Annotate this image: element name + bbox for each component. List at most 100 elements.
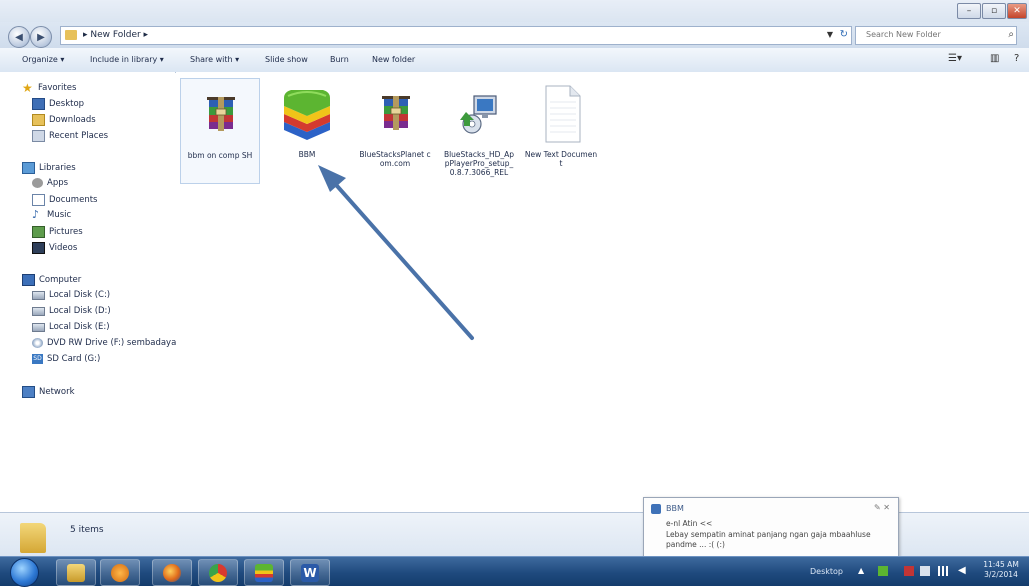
nav-downloads[interactable]: Downloads bbox=[32, 114, 96, 126]
navigation-pane: ★ Favorites Desktop Downloads Recent Pla… bbox=[0, 72, 176, 512]
hard-disk-icon bbox=[32, 290, 45, 300]
nav-documents[interactable]: Documents bbox=[32, 194, 97, 206]
minimize-button[interactable]: – bbox=[957, 3, 981, 19]
file-name: BBM bbox=[298, 150, 316, 159]
nav-label: Recent Places bbox=[49, 131, 109, 141]
chevron-down-icon[interactable]: ▼ bbox=[827, 30, 833, 39]
taskbar-bluestacks[interactable] bbox=[244, 559, 284, 586]
refresh-icon[interactable]: ↻ bbox=[840, 29, 848, 40]
winrar-archive-icon bbox=[207, 97, 235, 131]
chrome-icon bbox=[209, 563, 227, 582]
nav-desktop[interactable]: Desktop bbox=[32, 98, 84, 110]
search-icon[interactable]: ⌕ bbox=[1008, 29, 1014, 40]
notification-toast[interactable]: BBM ✎ ✕ e-nl Atin << Lebay sempatin amin… bbox=[643, 497, 899, 557]
documents-icon bbox=[32, 194, 45, 206]
slide-show-button[interactable]: Slide show bbox=[265, 55, 308, 64]
command-bar: Organize ▾ Include in library ▾ Share wi… bbox=[0, 48, 1029, 73]
preview-pane-icon[interactable]: ▥ bbox=[990, 53, 999, 64]
hard-disk-icon bbox=[32, 306, 45, 316]
taskbar-firefox[interactable] bbox=[152, 559, 192, 586]
libraries-icon bbox=[22, 162, 35, 174]
nav-local-disk-c[interactable]: Local Disk (C:) bbox=[32, 290, 110, 300]
nav-label: SD Card (G:) bbox=[47, 354, 101, 364]
help-icon[interactable]: ? bbox=[1014, 53, 1019, 64]
nav-computer[interactable]: Computer bbox=[22, 274, 81, 286]
nav-dvd-drive[interactable]: DVD RW Drive (F:) sembadaya bbox=[32, 338, 176, 348]
bluestacks-tray-icon[interactable] bbox=[878, 566, 888, 576]
action-center-icon[interactable] bbox=[920, 566, 930, 576]
nav-apps[interactable]: Apps bbox=[32, 178, 68, 188]
media-player-icon bbox=[111, 563, 129, 582]
organize-button[interactable]: Organize ▾ bbox=[22, 55, 64, 64]
firefox-icon bbox=[163, 563, 181, 582]
nav-label: Computer bbox=[39, 275, 82, 285]
network-signal-icon[interactable] bbox=[938, 566, 948, 576]
title-bar: – ▫ ✕ bbox=[0, 0, 1029, 22]
caption-buttons: – ▫ ✕ bbox=[957, 3, 1027, 19]
folder-icon bbox=[20, 523, 46, 553]
taskbar-media-player[interactable] bbox=[100, 559, 140, 586]
file-item[interactable]: bbm on comp SH bbox=[180, 78, 260, 184]
nav-local-disk-d[interactable]: Local Disk (D:) bbox=[32, 306, 111, 316]
file-name: BlueStacksPlanet com.com bbox=[359, 150, 431, 168]
start-button[interactable] bbox=[10, 558, 39, 587]
nav-label: Documents bbox=[49, 195, 98, 205]
nav-label: Network bbox=[39, 387, 75, 397]
file-name: BlueStacks_HD_AppPlayerPro_setup_0.8.7.3… bbox=[443, 150, 515, 177]
music-icon: ♪ bbox=[32, 208, 40, 221]
file-item[interactable]: BlueStacks_HD_AppPlayerPro_setup_0.8.7.3… bbox=[440, 78, 518, 182]
nav-pictures[interactable]: Pictures bbox=[32, 226, 83, 238]
notification-close-icon[interactable]: ✎ ✕ bbox=[874, 503, 890, 512]
maximize-button[interactable]: ▫ bbox=[982, 3, 1006, 19]
winrar-archive-icon bbox=[382, 96, 410, 130]
nav-label: Videos bbox=[49, 243, 78, 253]
file-item[interactable]: BBM bbox=[268, 78, 346, 182]
forward-button[interactable]: ▶ bbox=[30, 26, 52, 48]
search-input[interactable] bbox=[856, 27, 1006, 42]
nav-videos[interactable]: Videos bbox=[32, 242, 77, 254]
include-in-library-button[interactable]: Include in library ▾ bbox=[90, 55, 164, 64]
taskbar: W Desktop ▲ ◀ 11:45 AM 3/2/2014 bbox=[0, 556, 1029, 587]
nav-libraries[interactable]: Libraries bbox=[22, 162, 76, 174]
back-button[interactable]: ◀ bbox=[8, 26, 30, 48]
sd-card-icon: SD bbox=[32, 354, 43, 364]
desktop-toolbar[interactable]: Desktop bbox=[810, 567, 843, 576]
nav-music[interactable]: ♪ Music bbox=[32, 208, 71, 221]
nav-label: Local Disk (D:) bbox=[49, 306, 111, 316]
file-item[interactable]: BlueStacksPlanet com.com bbox=[356, 78, 434, 182]
new-folder-button[interactable]: New folder bbox=[372, 55, 415, 64]
recent-places-icon bbox=[32, 130, 45, 142]
nav-network[interactable]: Network bbox=[22, 386, 75, 398]
nav-label: Apps bbox=[47, 178, 69, 188]
videos-icon bbox=[32, 242, 45, 254]
clock-date: 3/2/2014 bbox=[984, 570, 1018, 579]
taskbar-explorer[interactable] bbox=[56, 559, 96, 586]
breadcrumb[interactable]: ▸ New Folder ▸ bbox=[83, 30, 148, 40]
nav-sd-card[interactable]: SD SD Card (G:) bbox=[32, 354, 100, 364]
notification-message: Lebay sempatin aminat panjang ngan gaja … bbox=[666, 530, 871, 549]
share-with-button[interactable]: Share with ▾ bbox=[190, 55, 239, 64]
explorer-window: – ▫ ✕ ◀ ▶ ▸ New Folder ▸ ▼ ↻ ⌕ Organize … bbox=[0, 0, 1029, 557]
nav-favorites[interactable]: ★ Favorites bbox=[22, 82, 76, 94]
system-clock[interactable]: 11:45 AM 3/2/2014 bbox=[978, 560, 1024, 580]
bluestacks-icon bbox=[284, 90, 330, 140]
volume-icon[interactable]: ◀ bbox=[958, 566, 968, 576]
show-hidden-icons[interactable]: ▲ bbox=[858, 566, 868, 576]
taskbar-chrome[interactable] bbox=[198, 559, 238, 586]
back-arrow-icon: ◀ bbox=[15, 31, 23, 43]
downloads-icon bbox=[32, 114, 45, 126]
change-view-icon[interactable]: ☰▾ bbox=[948, 53, 962, 64]
bbm-icon bbox=[651, 504, 661, 514]
taskbar-word[interactable]: W bbox=[290, 559, 330, 586]
item-count: 5 items bbox=[70, 525, 104, 535]
burn-button[interactable]: Burn bbox=[330, 55, 349, 64]
network-icon bbox=[22, 386, 35, 398]
close-button[interactable]: ✕ bbox=[1007, 3, 1027, 19]
notification-sender: e-nl Atin << bbox=[666, 519, 713, 528]
tray-app-icon[interactable] bbox=[904, 566, 914, 576]
search-box[interactable]: ⌕ bbox=[855, 26, 1017, 45]
file-item[interactable]: New Text Document bbox=[522, 78, 600, 182]
nav-recent-places[interactable]: Recent Places bbox=[32, 130, 108, 142]
address-bar[interactable]: ▸ New Folder ▸ ▼ ↻ bbox=[60, 26, 852, 45]
nav-local-disk-e[interactable]: Local Disk (E:) bbox=[32, 322, 110, 332]
